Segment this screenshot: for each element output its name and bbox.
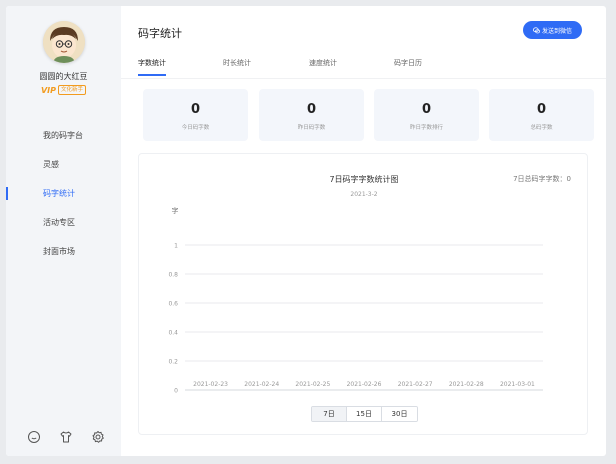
stat-label: 昨日码字数 bbox=[297, 125, 326, 131]
sidebar-footer bbox=[26, 429, 106, 445]
stats-tabs: 字数统计 时长统计 速度统计 码字日历 bbox=[138, 58, 588, 76]
tab-speed[interactable]: 速度统计 bbox=[309, 58, 337, 76]
stat-value: 0 bbox=[536, 102, 547, 117]
range-30-days-button[interactable]: 30日 bbox=[382, 407, 417, 421]
sidebar-item-inspiration[interactable]: 灵感 bbox=[6, 150, 121, 179]
y-tick-label: 0.2 bbox=[168, 359, 178, 366]
level-badge: 文化新手 bbox=[58, 85, 87, 95]
stat-value: 0 bbox=[306, 102, 317, 117]
settings-icon[interactable] bbox=[90, 429, 106, 445]
wechat-icon bbox=[532, 26, 540, 33]
y-tick-label: 0.8 bbox=[168, 272, 178, 279]
stat-card-today: 0 今日码字数 bbox=[143, 89, 248, 141]
stat-card-yesterday: 0 昨日码字数 bbox=[259, 89, 364, 141]
username: 圆圆的大红豆 bbox=[39, 72, 88, 81]
tab-word-count[interactable]: 字数统计 bbox=[138, 58, 166, 76]
stat-card-total: 0 总码字数 bbox=[489, 89, 594, 141]
sidebar-item-writing-desk[interactable]: 我的码字台 bbox=[6, 121, 121, 150]
x-tick-label: 2021-02-27 bbox=[398, 381, 433, 388]
range-15-days-button[interactable]: 15日 bbox=[347, 407, 382, 421]
x-tick-label: 2021-02-28 bbox=[449, 381, 484, 388]
x-tick-label: 2021-02-26 bbox=[347, 381, 382, 388]
page-title: 码字统计 bbox=[138, 27, 182, 40]
smile-icon[interactable] bbox=[26, 429, 42, 445]
sidebar-nav: 我的码字台 灵感 码字统计 活动专区 封面市场 bbox=[6, 121, 121, 266]
tab-calendar[interactable]: 码字日历 bbox=[394, 58, 422, 76]
app-window: 圆圆的大红豆 VIP 文化新手 我的码字台 灵感 码字统计 活动专区 封面市场 码… bbox=[6, 6, 606, 456]
stat-label: 昨日字数排行 bbox=[409, 125, 443, 131]
x-tick-label: 2021-02-23 bbox=[193, 381, 228, 388]
x-tick-label: 2021-02-25 bbox=[295, 381, 330, 388]
stat-value: 0 bbox=[421, 102, 432, 117]
vip-row: VIP 文化新手 bbox=[6, 85, 121, 95]
chart-card: 7日码字字数统计图 2021-3-2 7日总码字字数：0 字 0 0.2 0.4 0.6… bbox=[138, 153, 588, 435]
y-tick-label: 1 bbox=[174, 243, 178, 250]
stat-label: 今日码字数 bbox=[181, 125, 210, 131]
avatar-illustration bbox=[43, 21, 85, 63]
range-7-days-button[interactable]: 7日 bbox=[312, 407, 347, 421]
y-axis-label: 字 bbox=[172, 206, 179, 215]
sidebar-item-writing-stats[interactable]: 码字统计 bbox=[6, 179, 121, 208]
vip-icon: VIP bbox=[40, 85, 56, 95]
avatar[interactable] bbox=[43, 21, 85, 63]
tab-duration[interactable]: 时长统计 bbox=[223, 58, 251, 76]
shirt-icon[interactable] bbox=[58, 429, 74, 445]
sidebar: 圆圆的大红豆 VIP 文化新手 我的码字台 灵感 码字统计 活动专区 封面市场 bbox=[6, 6, 121, 456]
x-tick-label: 2021-03-01 bbox=[500, 381, 535, 388]
y-tick-label: 0.6 bbox=[168, 301, 178, 308]
sidebar-item-events[interactable]: 活动专区 bbox=[6, 208, 121, 237]
line-chart: 字 0 0.2 0.4 0.6 0.8 1 2021-02-23 2021-02-24 2021-… bbox=[168, 206, 543, 395]
stat-value: 0 bbox=[190, 102, 201, 117]
tabs-divider bbox=[121, 78, 606, 79]
stat-label: 总码字数 bbox=[530, 125, 553, 131]
y-tick-label: 0.4 bbox=[168, 330, 178, 337]
range-selector: 7日 15日 30日 bbox=[311, 406, 418, 422]
y-tick-label: 0 bbox=[174, 388, 178, 395]
sidebar-item-cover-market[interactable]: 封面市场 bbox=[6, 237, 121, 266]
send-to-wechat-label: 发送到微信 bbox=[541, 27, 572, 35]
x-tick-label: 2021-02-24 bbox=[244, 381, 279, 388]
send-to-wechat-button[interactable]: 发送到微信 bbox=[523, 21, 582, 39]
stat-card-yesterday-rank: 0 昨日字数排行 bbox=[374, 89, 479, 141]
main-content: 码字统计 发送到微信 字数统计 时长统计 速度统计 码字日历 0 今日码字数 0… bbox=[121, 6, 606, 456]
